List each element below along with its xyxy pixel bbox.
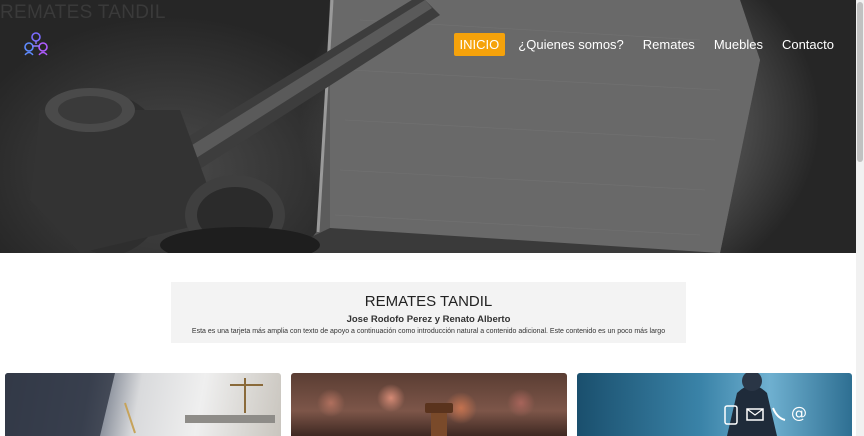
card-contact-image[interactable]: @ <box>577 373 852 436</box>
page-scrollbar[interactable] <box>856 0 864 436</box>
people-network-icon[interactable] <box>22 30 50 58</box>
nav-item-muebles[interactable]: Muebles <box>708 33 769 56</box>
nav-item-quienes-somos[interactable]: ¿Quienes somos? <box>512 33 630 56</box>
card-auction-crowd-image[interactable] <box>291 373 567 436</box>
scrollbar-thumb[interactable] <box>857 2 863 162</box>
hero-banner: REMATES TANDIL INICIO ¿Quienes somos? Re… <box>0 0 856 253</box>
main-nav: INICIO ¿Quienes somos? Remates Muebles C… <box>447 33 840 56</box>
card-lawyer-image[interactable] <box>5 373 281 436</box>
nav-item-contacto[interactable]: Contacto <box>776 33 840 56</box>
intro-text: Esta es una tarjeta más amplia con texto… <box>191 328 666 335</box>
svg-text:@: @ <box>791 403 807 422</box>
intro-card: REMATES TANDIL Jose Rodofo Perez y Renat… <box>171 282 686 343</box>
nav-item-inicio[interactable]: INICIO <box>453 33 506 56</box>
intro-subtitle: Jose Rodofo Perez y Renato Alberto <box>346 314 511 325</box>
nav-item-remates[interactable]: Remates <box>637 33 701 56</box>
brand-title: REMATES TANDIL <box>0 2 166 23</box>
intro-title: REMATES TANDIL <box>364 293 493 310</box>
